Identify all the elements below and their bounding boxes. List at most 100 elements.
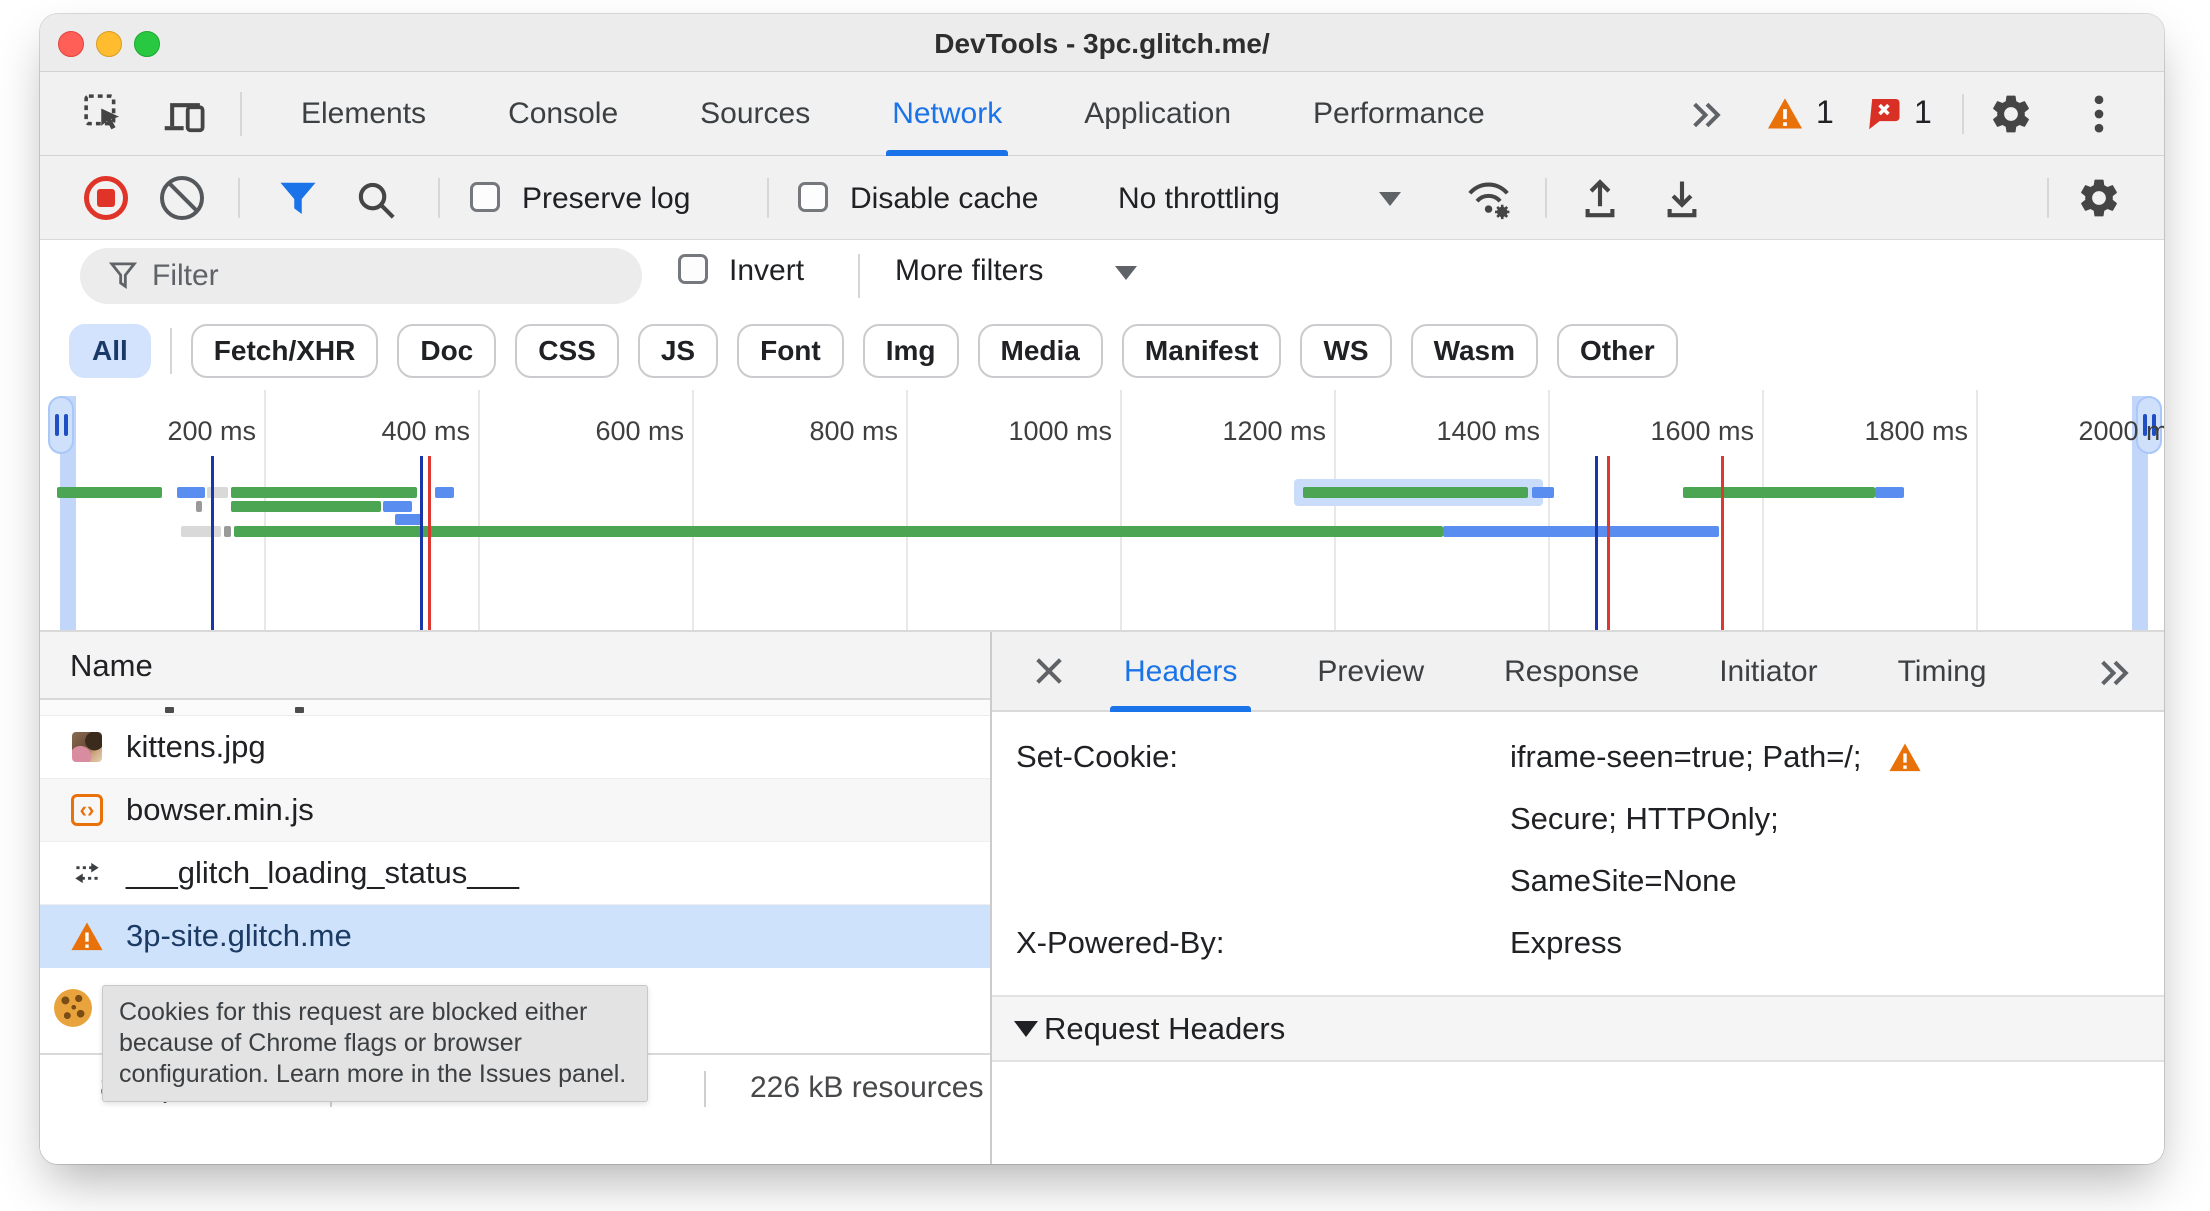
- overview-left-handle[interactable]: [48, 396, 74, 454]
- script-icon: ‹›: [70, 793, 104, 827]
- error-count: 1: [1914, 94, 1932, 130]
- details-tab-initiator[interactable]: Initiator: [1705, 632, 1831, 712]
- requests-panel: Name kittens.jpg ‹› bowser.min.js ___glitch…: [40, 632, 990, 1164]
- preserve-log-label: Preserve log: [522, 182, 691, 215]
- waterfall-bar-green: [234, 526, 1444, 537]
- timeline-tick-label: 1800 ms: [1864, 416, 1968, 446]
- request-headers-section[interactable]: Request Headers: [992, 995, 2164, 1062]
- name-column-header[interactable]: Name: [40, 632, 990, 700]
- toolbar-divider: [240, 92, 242, 136]
- header-value-lines: iframe-seen=true; Path=/; Secure; HTTPOnl…: [1510, 726, 2164, 912]
- chip-img[interactable]: Img: [862, 324, 959, 378]
- preserve-log-checkbox[interactable]: [470, 182, 500, 212]
- timeline-gridline: [906, 390, 908, 630]
- device-toolbar-icon[interactable]: [162, 92, 208, 136]
- details-tab-headers[interactable]: Headers: [1110, 632, 1252, 712]
- cookie-icon: [54, 989, 92, 1027]
- window-title: DevTools - 3pc.glitch.me/: [934, 28, 1270, 59]
- header-value: 3p-site.glitch.me: [1510, 1145, 1736, 1164]
- waterfall-bar-green: [57, 487, 163, 498]
- more-filters-caret-icon[interactable]: [1115, 266, 1137, 280]
- filter-input[interactable]: Filter: [80, 248, 642, 304]
- disable-cache-label: Disable cache: [850, 182, 1039, 215]
- request-row-3p-site-glitch-me[interactable]: 3p-site.glitch.me: [40, 905, 990, 968]
- header-value-line: SameSite=None: [1510, 863, 1737, 898]
- header-name: Set-Cookie:: [1016, 739, 1178, 774]
- chip-wasm[interactable]: Wasm: [1410, 324, 1538, 378]
- warning-icon: [70, 919, 104, 953]
- network-settings-gear-icon[interactable]: [2076, 175, 2122, 221]
- warning-icon: [1768, 97, 1802, 128]
- waterfall-bar-blue: [1531, 487, 1555, 498]
- chip-fetch-xhr[interactable]: Fetch/XHR: [190, 324, 379, 378]
- disclosure-triangle-icon: [1014, 1020, 1038, 1037]
- authority-header-row: :authority: 3p-site.glitch.me: [992, 1145, 2164, 1164]
- details-tab-preview[interactable]: Preview: [1303, 632, 1438, 712]
- resource-type-chips: All Fetch/XHR Doc CSS JS Font Img Media Manifest…: [40, 312, 2164, 390]
- import-har-icon[interactable]: [1578, 176, 1622, 220]
- invert-checkbox[interactable]: [678, 254, 708, 284]
- partial-request-row[interactable]: [40, 700, 990, 716]
- waterfall-bar-green: [230, 487, 417, 498]
- console-error-badge[interactable]: 1: [1866, 94, 1932, 131]
- requests-main: Name kittens.jpg ‹› bowser.min.js ___glitch…: [40, 632, 2164, 1164]
- timeline-tick-label: 1000 ms: [1008, 416, 1112, 446]
- xhr-arrows-icon: [70, 856, 104, 890]
- close-details-icon[interactable]: [1032, 654, 1066, 688]
- title-bar: DevTools - 3pc.glitch.me/: [40, 14, 2164, 72]
- timeline-tick-label: 400 ms: [381, 416, 470, 446]
- request-row-glitch-loading-status[interactable]: ___glitch_loading_status___: [40, 842, 990, 905]
- network-overview: 200 ms 400 ms 600 ms 800 ms 1000 ms 1200 ms 14…: [40, 390, 2164, 632]
- filter-toggle-icon[interactable]: [278, 180, 318, 218]
- header-value-line: Express: [1510, 925, 1622, 960]
- more-filters-button[interactable]: More filters: [895, 254, 1043, 288]
- chip-font[interactable]: Font: [737, 324, 844, 378]
- chip-media[interactable]: Media: [977, 324, 1103, 378]
- chip-all[interactable]: All: [69, 324, 151, 378]
- throttling-caret-icon[interactable]: [1379, 192, 1401, 206]
- throttling-select[interactable]: No throttling: [1118, 182, 1280, 216]
- disable-cache-checkbox[interactable]: [798, 182, 828, 212]
- timeline-tick-label: 2000 ms: [2078, 416, 2164, 446]
- chip-doc[interactable]: Doc: [397, 324, 497, 378]
- inspect-element-icon[interactable]: [82, 92, 126, 136]
- clear-network-log-icon[interactable]: [160, 176, 204, 220]
- chip-ws[interactable]: WS: [1300, 324, 1392, 378]
- tab-sources[interactable]: Sources: [694, 72, 816, 156]
- more-tabs-icon[interactable]: [1688, 98, 1726, 132]
- settings-gear-icon[interactable]: [1988, 91, 2034, 137]
- tab-elements[interactable]: Elements: [295, 72, 432, 156]
- waterfall-bar-darkgrey: [224, 526, 231, 537]
- cookies-blocked-tooltip: Cookies for this request are blocked eit…: [102, 985, 648, 1102]
- record-network-log-button[interactable]: [84, 176, 128, 220]
- chip-css[interactable]: CSS: [515, 324, 619, 378]
- export-har-icon[interactable]: [1660, 176, 1704, 220]
- chip-js[interactable]: JS: [637, 324, 719, 378]
- search-icon[interactable]: [354, 178, 398, 222]
- kebab-menu-icon[interactable]: [2092, 94, 2106, 134]
- tab-performance[interactable]: Performance: [1307, 72, 1491, 156]
- tab-application[interactable]: Application: [1078, 72, 1237, 156]
- issues-warning-badge[interactable]: 1: [1766, 94, 1834, 131]
- devtools-tab-bar: Elements Console Sources Network Application…: [40, 72, 2164, 156]
- header-name: X-Powered-By:: [1016, 925, 1225, 960]
- timeline-tick-label: 600 ms: [595, 416, 684, 446]
- timeline-gridline: [1334, 390, 1336, 630]
- load-event-marker: [1721, 456, 1725, 630]
- tab-console[interactable]: Console: [502, 72, 624, 156]
- network-conditions-icon[interactable]: [1464, 176, 1516, 222]
- timeline-gridline: [1762, 390, 1764, 630]
- filter-placeholder: Filter: [152, 259, 219, 292]
- waterfall-bar-blue: [177, 487, 206, 498]
- chip-manifest[interactable]: Manifest: [1121, 324, 1282, 378]
- details-tab-response[interactable]: Response: [1490, 632, 1653, 712]
- request-row-kittens-jpg[interactable]: kittens.jpg: [40, 716, 990, 779]
- timeline-gridline: [692, 390, 694, 630]
- request-row-bowser-min-js[interactable]: ‹› bowser.min.js: [40, 779, 990, 842]
- tab-network[interactable]: Network: [886, 72, 1009, 156]
- toolbar-divider: [238, 178, 240, 218]
- details-tab-timing[interactable]: Timing: [1884, 632, 2001, 712]
- more-detail-tabs-icon[interactable]: [2096, 656, 2134, 690]
- header-value-line: Secure; HTTPOnly;: [1510, 801, 1779, 836]
- chip-other[interactable]: Other: [1557, 324, 1678, 378]
